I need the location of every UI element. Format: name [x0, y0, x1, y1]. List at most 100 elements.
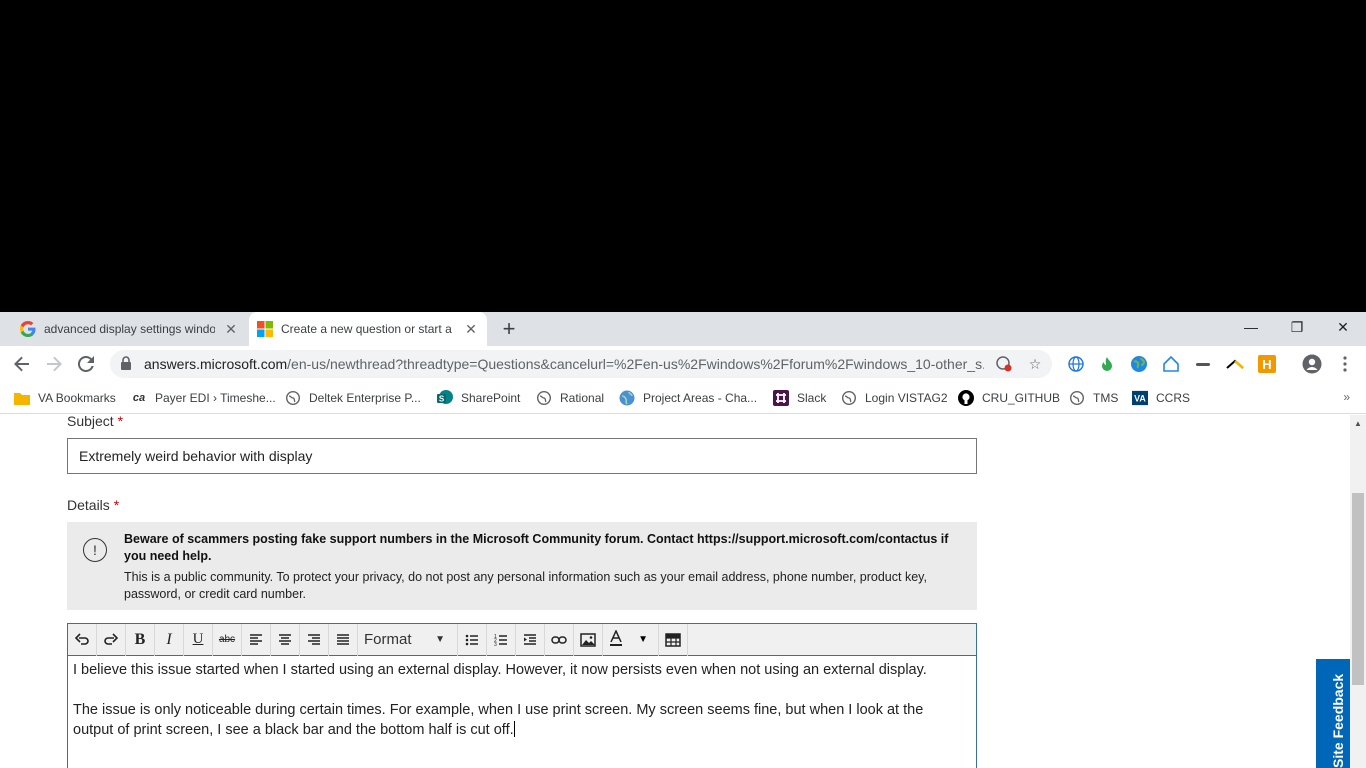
bookmark-label: CRU_GITHUB [982, 391, 1061, 405]
bold-button[interactable]: B [126, 623, 155, 656]
globe-icon [1069, 390, 1085, 406]
bookmark-slack[interactable]: Slack [773, 388, 826, 408]
svg-text:S: S [439, 395, 445, 404]
minimize-button[interactable]: — [1228, 312, 1274, 342]
home-extension-icon[interactable] [1161, 354, 1181, 374]
text-color-dropdown[interactable]: ▼ [603, 623, 659, 656]
profile-avatar-icon[interactable] [1302, 354, 1322, 374]
browser-window: advanced display settings windo ✕ Create… [0, 312, 1366, 768]
bookmarks-overflow-button[interactable]: » [1343, 390, 1350, 404]
bookmark-login-vistag2[interactable]: Login VISTAG2 [841, 388, 948, 408]
bookmark-label: Rational [560, 391, 605, 405]
slack-icon [773, 390, 789, 406]
tab-title: Create a new question or start a [281, 322, 452, 336]
insert-image-icon[interactable] [574, 623, 603, 656]
browser-toolbar: answers.microsoft.com/en-us/newthread?th… [0, 346, 1366, 382]
strikethrough-button[interactable]: abc [213, 623, 242, 656]
site-feedback-button[interactable]: Site Feedback [1316, 659, 1350, 768]
bookmark-project-areas[interactable]: Project Areas - Cha... [619, 388, 757, 408]
lock-icon[interactable] [120, 355, 136, 373]
subject-label-text: Subject [67, 415, 114, 429]
site-feedback-label: Site Feedback [1330, 673, 1346, 768]
black-screen-area [0, 0, 1366, 312]
numbered-list-icon[interactable]: 123 [487, 623, 516, 656]
forward-arrow-icon[interactable] [42, 352, 66, 376]
globe-blue-icon [619, 390, 635, 406]
align-justify-icon[interactable] [329, 623, 358, 656]
link-icon[interactable] [545, 623, 574, 656]
dash-extension-icon[interactable] [1193, 354, 1213, 374]
flame-extension-icon[interactable] [1097, 354, 1117, 374]
bookmark-sharepoint[interactable]: S SharePoint [437, 388, 520, 408]
arrow-extension-icon[interactable] [1225, 354, 1245, 374]
insert-table-icon[interactable] [659, 623, 688, 656]
italic-button[interactable]: I [155, 623, 184, 656]
details-label: Details * [67, 497, 119, 513]
bullet-list-icon[interactable] [458, 623, 487, 656]
chevron-down-icon: ▼ [435, 634, 445, 645]
page-scrollbar[interactable]: ▲ [1350, 415, 1366, 768]
url-text: answers.microsoft.com/en-us/newthread?th… [144, 356, 984, 372]
world-extension-icon[interactable] [1129, 354, 1149, 374]
bookmark-label: Project Areas - Cha... [643, 391, 758, 405]
text-cursor [513, 721, 515, 737]
align-center-icon[interactable] [271, 623, 300, 656]
details-label-text: Details [67, 497, 110, 513]
tab-strip: advanced display settings windo ✕ Create… [0, 312, 1366, 346]
bookmark-va-bookmarks[interactable]: VA Bookmarks [14, 388, 116, 408]
rich-text-editor[interactable]: B I U abc Format ▼ 1 2 3 ▼ I believe thi… [67, 623, 977, 768]
back-arrow-icon[interactable] [10, 352, 34, 376]
close-tab-icon[interactable]: ✕ [463, 321, 479, 337]
reload-icon[interactable] [74, 352, 98, 376]
url-path: /en-us/newthread?threadtype=Questions&ca… [287, 356, 984, 372]
format-dropdown[interactable]: Format ▼ [358, 623, 458, 656]
privacy-notice: ! Beware of scammers posting fake suppor… [67, 522, 977, 610]
scrollbar-thumb[interactable] [1352, 493, 1364, 685]
subject-input[interactable]: Extremely weird behavior with display [67, 438, 977, 474]
bookmarks-bar: VA Bookmarks ca Payer EDI › Timeshe... D… [0, 382, 1366, 414]
close-window-button[interactable]: ✕ [1320, 312, 1366, 342]
address-bar[interactable]: answers.microsoft.com/en-us/newthread?th… [110, 350, 1052, 378]
bookmark-deltek[interactable]: Deltek Enterprise P... [285, 388, 421, 408]
bookmark-label: Payer EDI › Timeshe... [155, 391, 276, 405]
indent-icon[interactable] [516, 623, 545, 656]
editor-paragraph: I believe this issue started when I star… [73, 662, 927, 678]
h-extension-icon[interactable]: H [1257, 354, 1277, 374]
tab-google-search[interactable]: advanced display settings windo ✕ [12, 312, 247, 346]
align-left-icon[interactable] [242, 623, 271, 656]
chrome-menu-icon[interactable] [1335, 354, 1355, 374]
scam-warning-text: Beware of scammers posting fake support … [124, 532, 949, 563]
editor-paragraph: The issue is only noticeable during cert… [73, 700, 963, 740]
tab-microsoft-answers[interactable]: Create a new question or start a ✕ [249, 312, 487, 346]
bookmark-label: Slack [797, 391, 827, 405]
globe-icon [841, 390, 857, 406]
subject-input-value: Extremely weird behavior with display [79, 448, 313, 464]
align-right-icon[interactable] [300, 623, 329, 656]
bookmark-rational[interactable]: Rational [536, 388, 604, 408]
new-tab-button[interactable]: + [497, 318, 521, 340]
globe-extension-icon[interactable] [1066, 354, 1086, 374]
bookmark-star-icon[interactable]: ☆ [1026, 355, 1044, 373]
microsoft-icon [257, 321, 273, 337]
undo-icon[interactable] [68, 623, 97, 656]
close-tab-icon[interactable]: ✕ [223, 321, 239, 337]
va-icon: VA [1132, 390, 1148, 406]
bookmark-tms[interactable]: TMS [1069, 388, 1118, 408]
bookmark-payer-edi[interactable]: ca Payer EDI › Timeshe... [131, 388, 276, 408]
restore-button[interactable]: ❐ [1274, 312, 1320, 342]
redo-icon[interactable] [97, 623, 126, 656]
editor-body[interactable]: I believe this issue started when I star… [73, 660, 963, 740]
bookmark-label: TMS [1093, 391, 1119, 405]
text-color-icon [609, 628, 623, 650]
subject-label: Subject * [67, 415, 123, 429]
google-icon [20, 321, 36, 337]
blocked-cookie-icon[interactable] [995, 355, 1013, 373]
underline-button[interactable]: U [184, 623, 213, 656]
bookmark-cru-github[interactable]: CRU_GITHUB [958, 388, 1060, 408]
editor-paragraph-text: The issue is only noticeable during cert… [73, 702, 924, 738]
required-mark: * [113, 497, 120, 513]
bookmark-ccrs[interactable]: VA CCRS [1132, 388, 1190, 408]
chevron-down-icon: ▼ [638, 634, 648, 645]
bookmark-label: VA Bookmarks [38, 391, 116, 405]
scroll-up-arrow-icon[interactable]: ▲ [1354, 419, 1362, 428]
